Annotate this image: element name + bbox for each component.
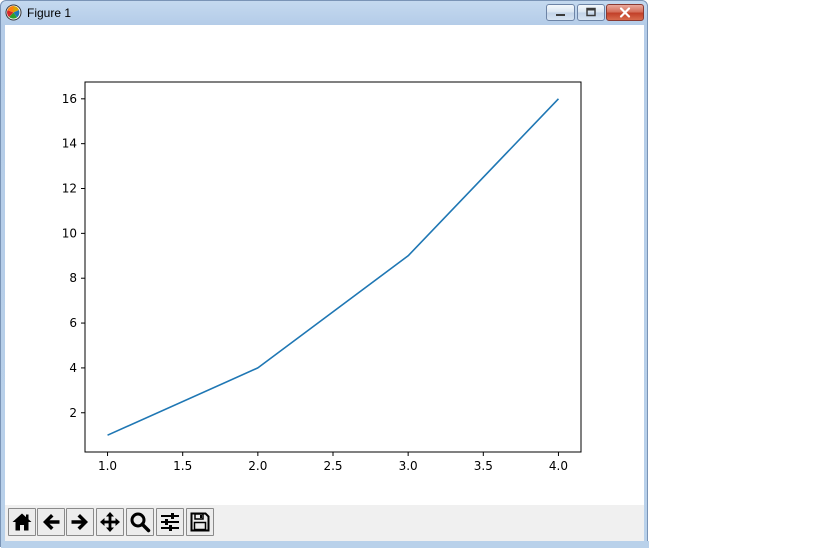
x-tick-label: 4.0 <box>549 459 568 473</box>
minimize-button[interactable] <box>546 4 575 21</box>
save-button[interactable] <box>186 508 214 536</box>
sliders-icon <box>161 513 179 531</box>
y-tick-label: 14 <box>62 137 77 151</box>
matplotlib-logo-icon <box>5 4 22 21</box>
y-tick-label: 10 <box>62 226 77 240</box>
home-button[interactable] <box>8 508 36 536</box>
window-title: Figure 1 <box>27 6 72 20</box>
y-tick-label: 6 <box>69 316 77 330</box>
move-icon <box>100 512 120 532</box>
line-chart: 1.0 1.5 2.0 2.5 3.0 3.5 4.0 2 4 6 8 10 12 14 16 <box>62 81 582 473</box>
configure-subplots-button[interactable] <box>156 508 184 536</box>
y-tick-label: 8 <box>69 271 77 285</box>
minimize-icon <box>556 14 565 16</box>
x-tick-label: 3.0 <box>399 459 418 473</box>
window-bottom-frame <box>1 541 649 548</box>
x-tick-label: 2.5 <box>323 459 342 473</box>
x-tick-label: 3.5 <box>474 459 493 473</box>
maximize-button[interactable] <box>577 4 605 21</box>
title-bar[interactable]: Figure 1 <box>1 1 647 25</box>
arrow-right-icon <box>71 514 88 530</box>
y-tick-label: 12 <box>62 182 77 196</box>
figure-canvas[interactable]: 1.0 1.5 2.0 2.5 3.0 3.5 4.0 2 4 6 8 10 12 14 16 <box>5 25 644 541</box>
y-tick-label: 4 <box>69 361 77 375</box>
series-line-0 <box>107 98 560 436</box>
axes-frame <box>84 81 582 453</box>
arrow-left-icon <box>43 514 60 530</box>
forward-button[interactable] <box>66 508 94 536</box>
x-tick-label: 1.0 <box>98 459 117 473</box>
back-button[interactable] <box>37 508 65 536</box>
navigation-toolbar <box>5 505 644 541</box>
figure-window: Figure 1 1.0 1.5 2.0 2.5 3.0 3.5 4.0 2 4 6 8 10 12 14… <box>0 0 649 548</box>
close-icon <box>619 7 631 18</box>
x-tick-label: 1.5 <box>173 459 192 473</box>
pan-button[interactable] <box>96 508 124 536</box>
floppy-disk-icon <box>190 512 210 532</box>
zoom-button[interactable] <box>126 508 154 536</box>
y-tick-label: 2 <box>69 406 77 420</box>
home-icon <box>12 513 32 531</box>
x-tick-label: 2.0 <box>248 459 267 473</box>
y-tick-label: 16 <box>62 92 77 106</box>
magnifier-icon <box>130 512 151 533</box>
close-button[interactable] <box>606 4 644 21</box>
maximize-icon <box>586 7 596 17</box>
